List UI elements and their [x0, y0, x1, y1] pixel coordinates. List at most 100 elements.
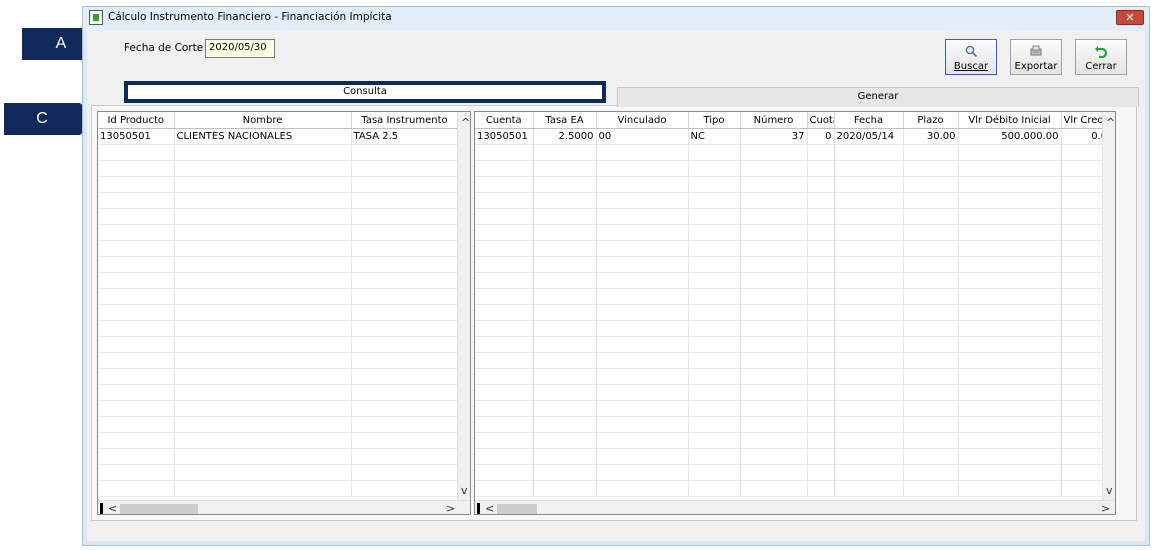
detail-cell[interactable]	[958, 320, 1062, 337]
detail-cell[interactable]	[533, 272, 597, 289]
products-cell[interactable]	[351, 480, 459, 497]
products-empty-row[interactable]	[98, 176, 459, 193]
column-header-tasa-ea[interactable]: Tasa EA	[533, 112, 597, 129]
products-cell[interactable]	[351, 336, 459, 353]
products-cell[interactable]	[351, 272, 459, 289]
detail-cell[interactable]	[475, 368, 534, 385]
detail-cell[interactable]	[533, 400, 597, 417]
detail-cell[interactable]	[475, 144, 534, 161]
detail-cell[interactable]	[807, 368, 835, 385]
detail-cell[interactable]	[688, 368, 741, 385]
detail-empty-row[interactable]	[475, 288, 1115, 305]
products-cell[interactable]	[351, 144, 459, 161]
detail-cell[interactable]	[688, 208, 741, 225]
detail-cell[interactable]	[596, 416, 689, 433]
detail-cell[interactable]	[688, 288, 741, 305]
products-cell[interactable]	[98, 208, 175, 225]
detail-cell[interactable]	[807, 144, 835, 161]
products-cell[interactable]: CLIENTES NACIONALES	[174, 128, 352, 145]
products-cell[interactable]	[98, 368, 175, 385]
products-empty-row[interactable]	[98, 240, 459, 257]
products-cell[interactable]	[351, 448, 459, 465]
detail-cell[interactable]	[533, 288, 597, 305]
detail-cell[interactable]	[740, 336, 808, 353]
detail-cell[interactable]	[958, 368, 1062, 385]
detail-cell[interactable]	[596, 256, 689, 273]
products-cell[interactable]	[351, 256, 459, 273]
detail-cell[interactable]	[475, 192, 534, 209]
column-header-tipo[interactable]: Tipo	[688, 112, 741, 129]
detail-cell[interactable]	[596, 208, 689, 225]
detail-grid[interactable]: Cuenta Tasa EA Vinculado Tipo Número Cuo…	[474, 111, 1116, 515]
detail-cell[interactable]: 13050501	[475, 128, 534, 145]
products-cell[interactable]	[98, 464, 175, 481]
products-cell[interactable]	[351, 288, 459, 305]
detail-cell[interactable]	[958, 432, 1062, 449]
detail-empty-row[interactable]	[475, 368, 1115, 385]
detail-cell[interactable]	[533, 384, 597, 401]
detail-cell[interactable]	[807, 464, 835, 481]
products-empty-row[interactable]	[98, 400, 459, 417]
detail-cell[interactable]	[533, 304, 597, 321]
products-cell[interactable]	[174, 320, 352, 337]
detail-cell[interactable]	[740, 464, 808, 481]
detail-cell[interactable]: 2.5000	[533, 128, 597, 145]
detail-cell[interactable]	[903, 320, 959, 337]
detail-cell[interactable]	[533, 480, 597, 497]
products-cell[interactable]	[98, 304, 175, 321]
products-empty-row[interactable]	[98, 320, 459, 337]
products-cell[interactable]	[174, 304, 352, 321]
detail-cell[interactable]	[475, 416, 534, 433]
detail-cell[interactable]	[475, 288, 534, 305]
detail-cell[interactable]	[903, 304, 959, 321]
products-scroll-thumb[interactable]	[120, 504, 198, 514]
products-cell[interactable]	[98, 400, 175, 417]
detail-cell[interactable]	[596, 448, 689, 465]
detail-cell[interactable]	[834, 480, 904, 497]
detail-cell[interactable]	[958, 176, 1062, 193]
fecha-corte-input[interactable]: 2020/05/30	[205, 39, 275, 58]
products-cell[interactable]	[174, 240, 352, 257]
detail-cell[interactable]	[958, 336, 1062, 353]
detail-cell[interactable]	[807, 432, 835, 449]
products-empty-row[interactable]	[98, 144, 459, 161]
detail-cell[interactable]	[596, 240, 689, 257]
detail-empty-row[interactable]	[475, 208, 1115, 225]
products-cell[interactable]	[98, 224, 175, 241]
detail-cell[interactable]	[596, 400, 689, 417]
products-cell[interactable]	[351, 320, 459, 337]
detail-cell[interactable]	[834, 272, 904, 289]
detail-vertical-scrollbar[interactable]: ^ v	[1102, 112, 1115, 500]
products-cell[interactable]	[174, 480, 352, 497]
detail-empty-row[interactable]	[475, 224, 1115, 241]
detail-cell[interactable]	[903, 416, 959, 433]
close-window-button[interactable]: ✕	[1116, 10, 1144, 25]
detail-cell[interactable]	[740, 480, 808, 497]
column-header-fecha[interactable]: Fecha	[834, 112, 904, 129]
detail-cell[interactable]	[475, 336, 534, 353]
scroll-right-icon[interactable]: >	[1101, 502, 1110, 514]
detail-cell[interactable]	[533, 240, 597, 257]
products-cell[interactable]	[351, 192, 459, 209]
detail-cell[interactable]	[807, 176, 835, 193]
products-empty-row[interactable]	[98, 352, 459, 369]
products-cell[interactable]	[174, 416, 352, 433]
products-cell[interactable]	[98, 384, 175, 401]
detail-empty-row[interactable]	[475, 192, 1115, 209]
detail-cell[interactable]	[903, 384, 959, 401]
detail-cell[interactable]	[834, 384, 904, 401]
detail-cell[interactable]: 30.00	[903, 128, 959, 145]
detail-cell[interactable]	[688, 272, 741, 289]
detail-cell[interactable]	[903, 160, 959, 177]
detail-cell[interactable]	[834, 432, 904, 449]
products-cell[interactable]	[174, 160, 352, 177]
detail-cell[interactable]	[596, 288, 689, 305]
products-cell[interactable]	[98, 288, 175, 305]
products-cell[interactable]	[98, 480, 175, 497]
detail-cell[interactable]	[533, 160, 597, 177]
detail-cell[interactable]	[807, 160, 835, 177]
detail-cell[interactable]	[596, 224, 689, 241]
column-header-vinculado[interactable]: Vinculado	[596, 112, 689, 129]
scroll-left-icon[interactable]: <	[108, 502, 117, 514]
detail-cell[interactable]	[903, 432, 959, 449]
